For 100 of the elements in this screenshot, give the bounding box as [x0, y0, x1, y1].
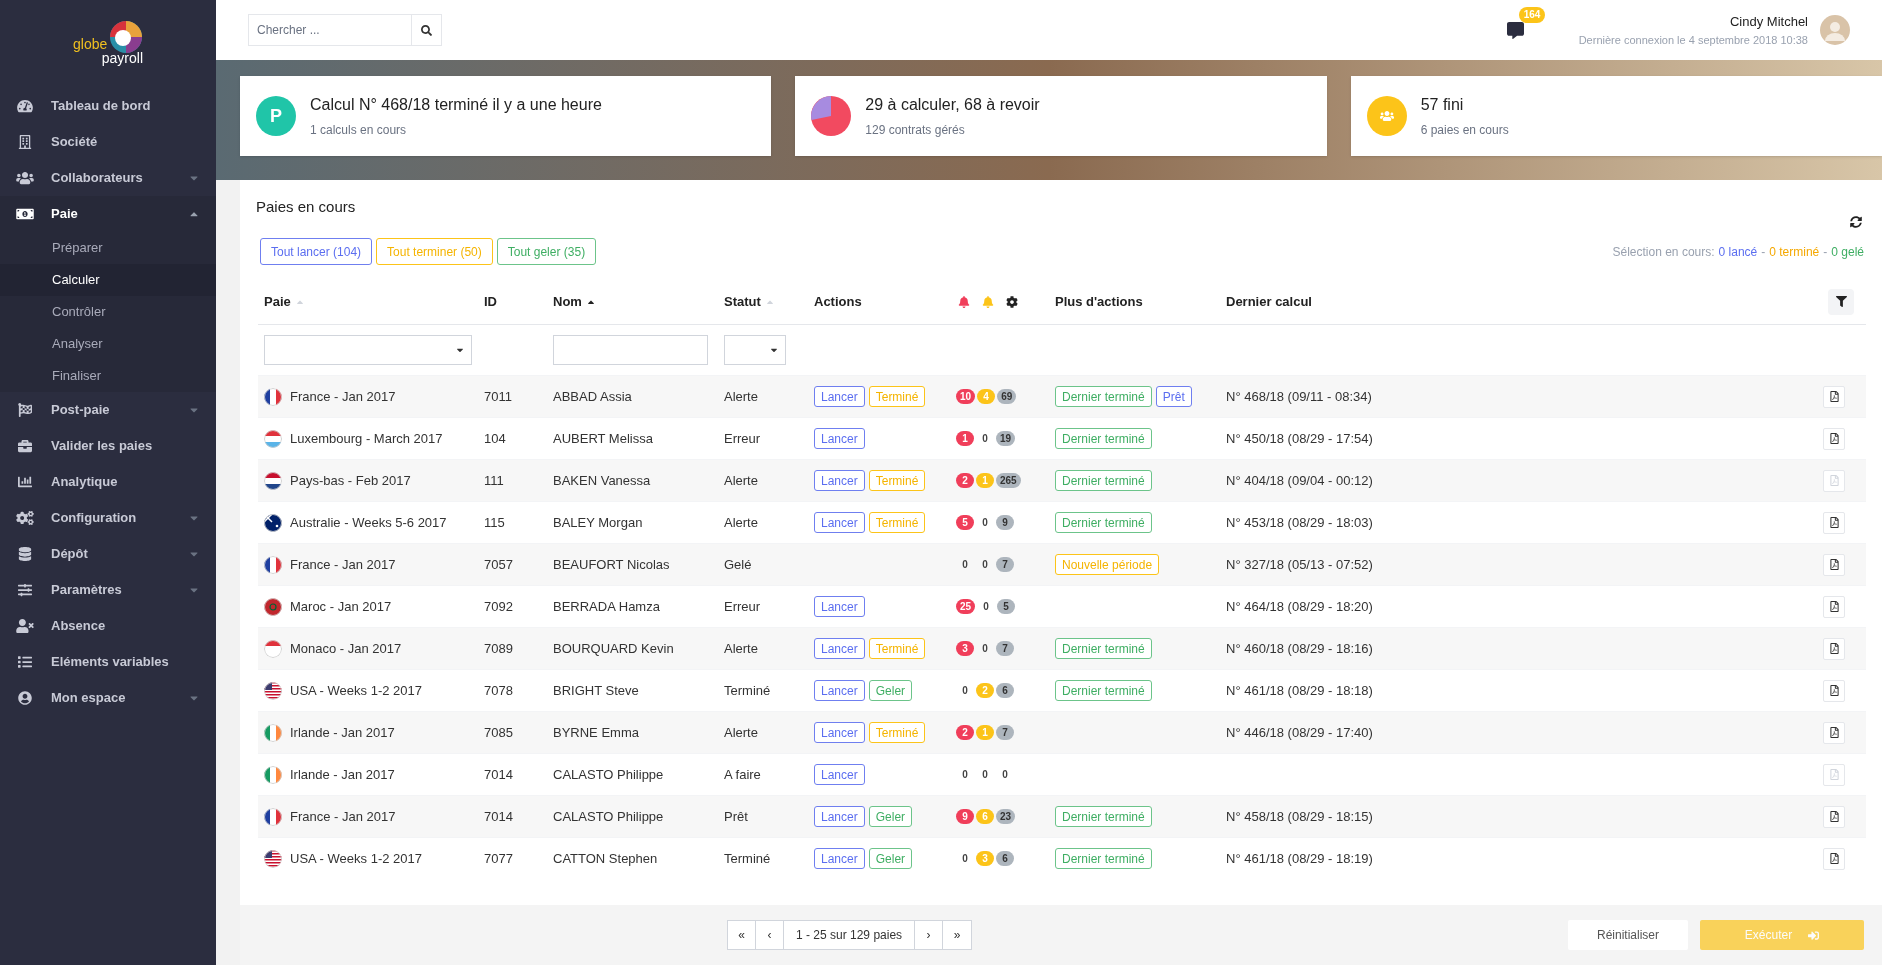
count-badge: 4 — [977, 389, 996, 404]
action-button[interactable]: Prêt — [1155, 386, 1192, 407]
action-button[interactable]: Geler — [868, 806, 913, 827]
sidebar-item[interactable]: Mon espace — [0, 680, 216, 716]
pagination-button[interactable]: » — [943, 921, 972, 949]
sidebar-item[interactable]: Configuration — [0, 500, 216, 536]
sidebar-item[interactable]: Paramètres — [0, 572, 216, 608]
action-button[interactable]: Lancer — [814, 764, 865, 785]
search-field[interactable]: Chercher ... — [248, 14, 412, 46]
action-button[interactable]: Lancer — [814, 848, 865, 869]
pdf-button[interactable] — [1823, 637, 1845, 660]
pagination-button[interactable]: ‹ — [756, 921, 784, 949]
table-cell-text: Irlande - Jan 2017 — [290, 723, 395, 742]
sidebar-item[interactable]: Collaborateurs — [0, 160, 216, 196]
flag-icon — [264, 849, 282, 868]
count-badge: 2 — [976, 683, 994, 698]
column-header[interactable]: Statut — [724, 291, 761, 312]
table-cell-text: 7057 — [483, 555, 514, 574]
pdf-button[interactable] — [1823, 721, 1845, 744]
sidebar-item[interactable]: Post-paie — [0, 392, 216, 428]
sidebar-item[interactable]: Société — [0, 124, 216, 160]
action-button[interactable]: Geler — [868, 680, 913, 701]
pdf-button[interactable] — [1823, 595, 1845, 618]
column-header[interactable]: Nom — [553, 291, 582, 312]
dashboard-icon — [16, 99, 34, 113]
message-icon — [1507, 21, 1525, 39]
table-cell-text: 7014 — [483, 807, 514, 826]
action-button[interactable]: Dernier terminé — [1055, 428, 1152, 449]
table-cell-text: Irlande - Jan 2017 — [290, 765, 395, 784]
action-button[interactable]: Lancer — [814, 512, 865, 533]
count-badge: 2 — [956, 473, 974, 488]
action-button[interactable]: Lancer — [814, 638, 865, 659]
action-button[interactable]: Dernier terminé — [1055, 386, 1152, 407]
bulk-action-button[interactable]: Tout lancer (104) — [260, 238, 373, 265]
sidebar-subitem[interactable]: Analyser — [0, 328, 216, 360]
pdf-button[interactable] — [1823, 847, 1845, 870]
action-button[interactable]: Lancer — [814, 680, 865, 701]
action-button[interactable]: Dernier terminé — [1055, 680, 1152, 701]
bulk-action-button[interactable]: Tout geler (35) — [496, 238, 597, 265]
action-button[interactable]: Geler — [868, 848, 913, 869]
pdf-button[interactable] — [1823, 427, 1845, 450]
count-text: 0 — [961, 558, 969, 572]
pdf-button[interactable] — [1823, 679, 1845, 702]
notification-badge: 164 — [1518, 7, 1546, 23]
sidebar-item[interactable]: Valider les paies — [0, 428, 216, 464]
action-button[interactable]: Lancer — [814, 722, 865, 743]
search-button[interactable] — [412, 14, 442, 46]
column-header[interactable]: Paie — [264, 291, 291, 312]
action-button[interactable]: Lancer — [814, 596, 865, 617]
action-button[interactable]: Lancer — [814, 806, 865, 827]
sidebar-item[interactable]: Eléments variables — [0, 644, 216, 680]
count-text: 0 — [981, 642, 989, 656]
sidebar-subitem[interactable]: Calculer — [0, 264, 216, 296]
pie-icon — [811, 96, 852, 136]
list-icon — [16, 655, 34, 669]
count-badge: 3 — [956, 641, 974, 656]
pdf-button[interactable] — [1823, 385, 1845, 408]
logo[interactable]: globe payroll — [73, 20, 143, 68]
count-badge: 6 — [996, 851, 1014, 866]
table-cell-text: France - Jan 2017 — [290, 387, 396, 406]
sidebar-item[interactable]: Analytique — [0, 464, 216, 500]
name-filter-field[interactable] — [553, 335, 708, 365]
count-badge: 9 — [956, 809, 974, 824]
action-button[interactable]: Dernier terminé — [1055, 806, 1152, 827]
action-button[interactable]: Dernier terminé — [1055, 512, 1152, 533]
sidebar-item[interactable]: Dépôt — [0, 536, 216, 572]
table-cell-text: Alerte — [723, 639, 759, 658]
action-button[interactable]: Dernier terminé — [1055, 848, 1152, 869]
flag-icon — [264, 639, 282, 658]
flag-icon — [264, 765, 282, 784]
reset-button[interactable]: Réinitialiser — [1568, 920, 1688, 950]
table-cell-text: N° 327/18 (05/13 - 07:52) — [1225, 555, 1374, 574]
action-button[interactable]: Dernier terminé — [1055, 470, 1152, 491]
refresh-icon[interactable] — [1850, 216, 1862, 228]
pagination-button[interactable]: « — [728, 921, 756, 949]
pdf-button[interactable] — [1823, 805, 1845, 828]
table-cell-text: N° 450/18 (08/29 - 17:54) — [1225, 429, 1374, 448]
column-header: ID — [484, 292, 497, 311]
sidebar-subitem[interactable]: Préparer — [0, 232, 216, 264]
sidebar-subitem[interactable]: Contrôler — [0, 296, 216, 328]
action-button[interactable]: Lancer — [814, 470, 865, 491]
sidebar-item[interactable]: Absence — [0, 608, 216, 644]
action-button[interactable]: Lancer — [814, 386, 865, 407]
pagination-button[interactable]: › — [915, 921, 944, 949]
filter-button[interactable] — [1828, 288, 1854, 315]
sidebar-subitem[interactable]: Finaliser — [0, 360, 216, 392]
pdf-button[interactable] — [1823, 553, 1845, 576]
sidebar-item[interactable]: Paie — [0, 196, 216, 232]
count-badge: 1 — [956, 431, 974, 446]
count-badge: 6 — [996, 683, 1014, 698]
action-button[interactable]: Lancer — [814, 428, 865, 449]
flag-icon — [264, 513, 282, 532]
count-text: 0 — [1001, 768, 1009, 782]
pdf-button[interactable] — [1823, 511, 1845, 534]
sidebar-item[interactable]: Tableau de bord — [0, 88, 216, 124]
checkered-flag-icon — [16, 403, 34, 417]
table-cell-text: France - Jan 2017 — [290, 555, 396, 574]
count-text: 0 — [961, 852, 969, 866]
action-button[interactable]: Dernier terminé — [1055, 638, 1152, 659]
count-text: 0 — [981, 516, 989, 530]
